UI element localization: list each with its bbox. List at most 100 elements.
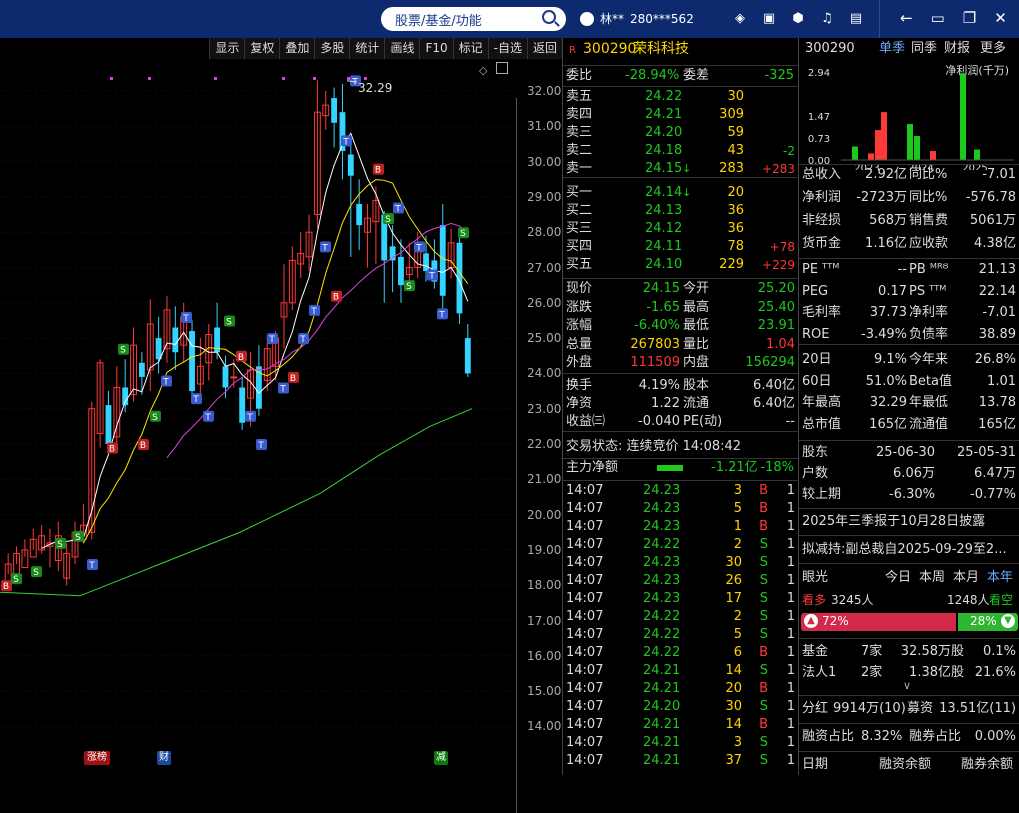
tick-count: 1: [786, 645, 795, 660]
tick-price: 24.23: [643, 591, 681, 606]
info-value: 1.01: [987, 373, 1016, 389]
tab-danji[interactable]: 单季: [879, 40, 905, 58]
tick-count: 1: [786, 681, 795, 696]
order-book-row[interactable]: 买五 24.10 229 +229: [563, 256, 798, 274]
main-flow-label: 主力净额: [566, 460, 619, 475]
price-tick: 25.00: [527, 331, 562, 346]
price-tick: 14.00: [527, 719, 562, 734]
info-value: 9.1%: [873, 352, 907, 367]
tick-volume: 5: [733, 501, 742, 516]
layers-icon[interactable]: ◈: [732, 11, 748, 27]
book-volume: 30: [727, 89, 744, 104]
order-book-row[interactable]: 买四 24.11 78 +78: [563, 238, 798, 256]
candle-body: [189, 331, 195, 392]
order-book-row[interactable]: 买二 24.13 36: [563, 202, 798, 220]
candlestick-plot[interactable]: BSSSSTBSBSTTTTSBTTTTBTTTBTTBSTSTTTS: [0, 38, 516, 775]
back-icon[interactable]: ←: [900, 9, 913, 27]
signal-letter: T: [257, 441, 264, 451]
eye-tab-today[interactable]: 今日: [885, 569, 911, 587]
inst-label: 法人1: [802, 665, 837, 680]
search-box[interactable]: 股票/基金/功能: [381, 7, 566, 31]
price-tick: 27.00: [527, 260, 562, 275]
notice-reduce[interactable]: 拟减持:副总裁自2025-09-29至2...: [802, 541, 1007, 559]
stat-label: 最高: [683, 299, 710, 315]
margin-balance-col: 融资余额: [879, 757, 932, 772]
stat-label: 流通: [683, 396, 710, 411]
ticket-icon[interactable]: ▤: [848, 11, 864, 27]
restore-icon[interactable]: ▭: [931, 9, 945, 27]
tab-more[interactable]: 更多: [980, 40, 1006, 58]
fin-bar: [875, 130, 881, 160]
info-value: 5061万: [969, 213, 1016, 228]
tick-row: 14:07 24.23 5 B 1: [563, 500, 798, 518]
bear-pct: 28%: [970, 614, 997, 628]
chevron-down-icon[interactable]: ∨: [903, 679, 911, 692]
chart-menu-item[interactable]: 返回: [526, 38, 562, 59]
eye-tab-year[interactable]: 本年: [987, 569, 1013, 587]
search-icon[interactable]: [542, 10, 556, 24]
order-book-row[interactable]: 买三 24.12 36: [563, 220, 798, 238]
info-label: 销售费: [909, 213, 949, 228]
user-info[interactable]: 林** 280***562: [580, 10, 694, 27]
close-icon[interactable]: ✕: [994, 9, 1007, 27]
order-book-row[interactable]: 卖三 24.20 59: [563, 124, 798, 142]
signal-letter: S: [120, 346, 126, 356]
tag-caibao[interactable]: 财: [157, 751, 171, 765]
bull-bar[interactable]: ▲ 72%: [801, 613, 956, 631]
tick-row: 14:07 24.21 14 B 1: [563, 716, 798, 734]
tick-side: S: [759, 735, 768, 750]
bear-bar[interactable]: 28% ▼: [958, 613, 1018, 631]
tick-time: 14:07: [566, 663, 604, 678]
info-value: 0.17: [878, 283, 907, 299]
settings-icon[interactable]: ⬢: [790, 11, 806, 27]
signal-letter: B: [109, 445, 115, 455]
book-level: 卖二: [566, 143, 593, 159]
order-book-row[interactable]: 卖二 24.18 43 -2: [563, 142, 798, 160]
info-label: 今年来: [909, 352, 949, 367]
kline-chart-panel[interactable]: 显示 复权 叠加 多股 统计 画线 F10 标记 -自选 返回 ◇ BSSSSTBSBSTTTTS…: [0, 38, 562, 813]
notice-report[interactable]: 2025年三季报于10月28日披露: [802, 513, 985, 531]
inst-shares: 32.58万股: [900, 644, 964, 659]
event-marker: [110, 77, 113, 80]
tab-tongji[interactable]: 同季: [911, 40, 937, 58]
info-label: 货币金: [802, 236, 842, 251]
book-level: 卖一: [566, 161, 593, 177]
thumbs-down-icon: ▼: [1001, 614, 1015, 628]
inst-pct: 21.6%: [974, 665, 1016, 680]
tab-caibao[interactable]: 财报: [944, 40, 970, 58]
tag-jianchi[interactable]: 减: [434, 751, 448, 765]
tag-zhangbang[interactable]: 涨榜: [84, 751, 110, 765]
headset-icon[interactable]: ♫: [819, 11, 835, 27]
eye-tab-month[interactable]: 本月: [953, 569, 979, 587]
tick-price: 24.23: [643, 555, 681, 570]
info-label: 净利润: [802, 190, 842, 205]
inst-label: 基金: [802, 644, 829, 659]
order-book-row[interactable]: 卖四 24.21 309: [563, 106, 798, 124]
tick-side: S: [759, 609, 768, 624]
candle-body: [105, 405, 112, 444]
raise-value: 13.51亿(11): [939, 701, 1016, 716]
signal-letter: S: [226, 317, 232, 327]
order-book-row[interactable]: 卖五 24.22 30: [563, 88, 798, 106]
tick-side: B: [759, 519, 768, 534]
maximize-icon[interactable]: ❐: [963, 9, 976, 27]
tick-time: 14:07: [566, 573, 604, 588]
order-book-row[interactable]: 买一 24.14 ↓ 20: [563, 184, 798, 202]
signal-letter: S: [152, 413, 158, 423]
tick-count: 1: [786, 735, 795, 750]
order-book-row[interactable]: 卖一 24.15 ↓ 283 +283: [563, 160, 798, 178]
stat-value: 156294: [745, 355, 795, 370]
book-level: 卖三: [566, 125, 593, 141]
news-icon[interactable]: ▣: [761, 11, 777, 27]
tick-side: B: [759, 645, 768, 660]
price-axis: [516, 98, 562, 813]
tick-volume: 2: [733, 609, 742, 624]
tick-time: 14:07: [566, 591, 604, 606]
tick-price: 24.21: [643, 663, 681, 678]
book-volume: 43: [727, 143, 744, 159]
event-marker: [282, 77, 285, 80]
stat-label: 今开: [683, 281, 710, 296]
eye-tab-week[interactable]: 本周: [919, 569, 945, 587]
tick-volume: 1: [733, 519, 742, 534]
tick-volume: 2: [733, 537, 742, 552]
